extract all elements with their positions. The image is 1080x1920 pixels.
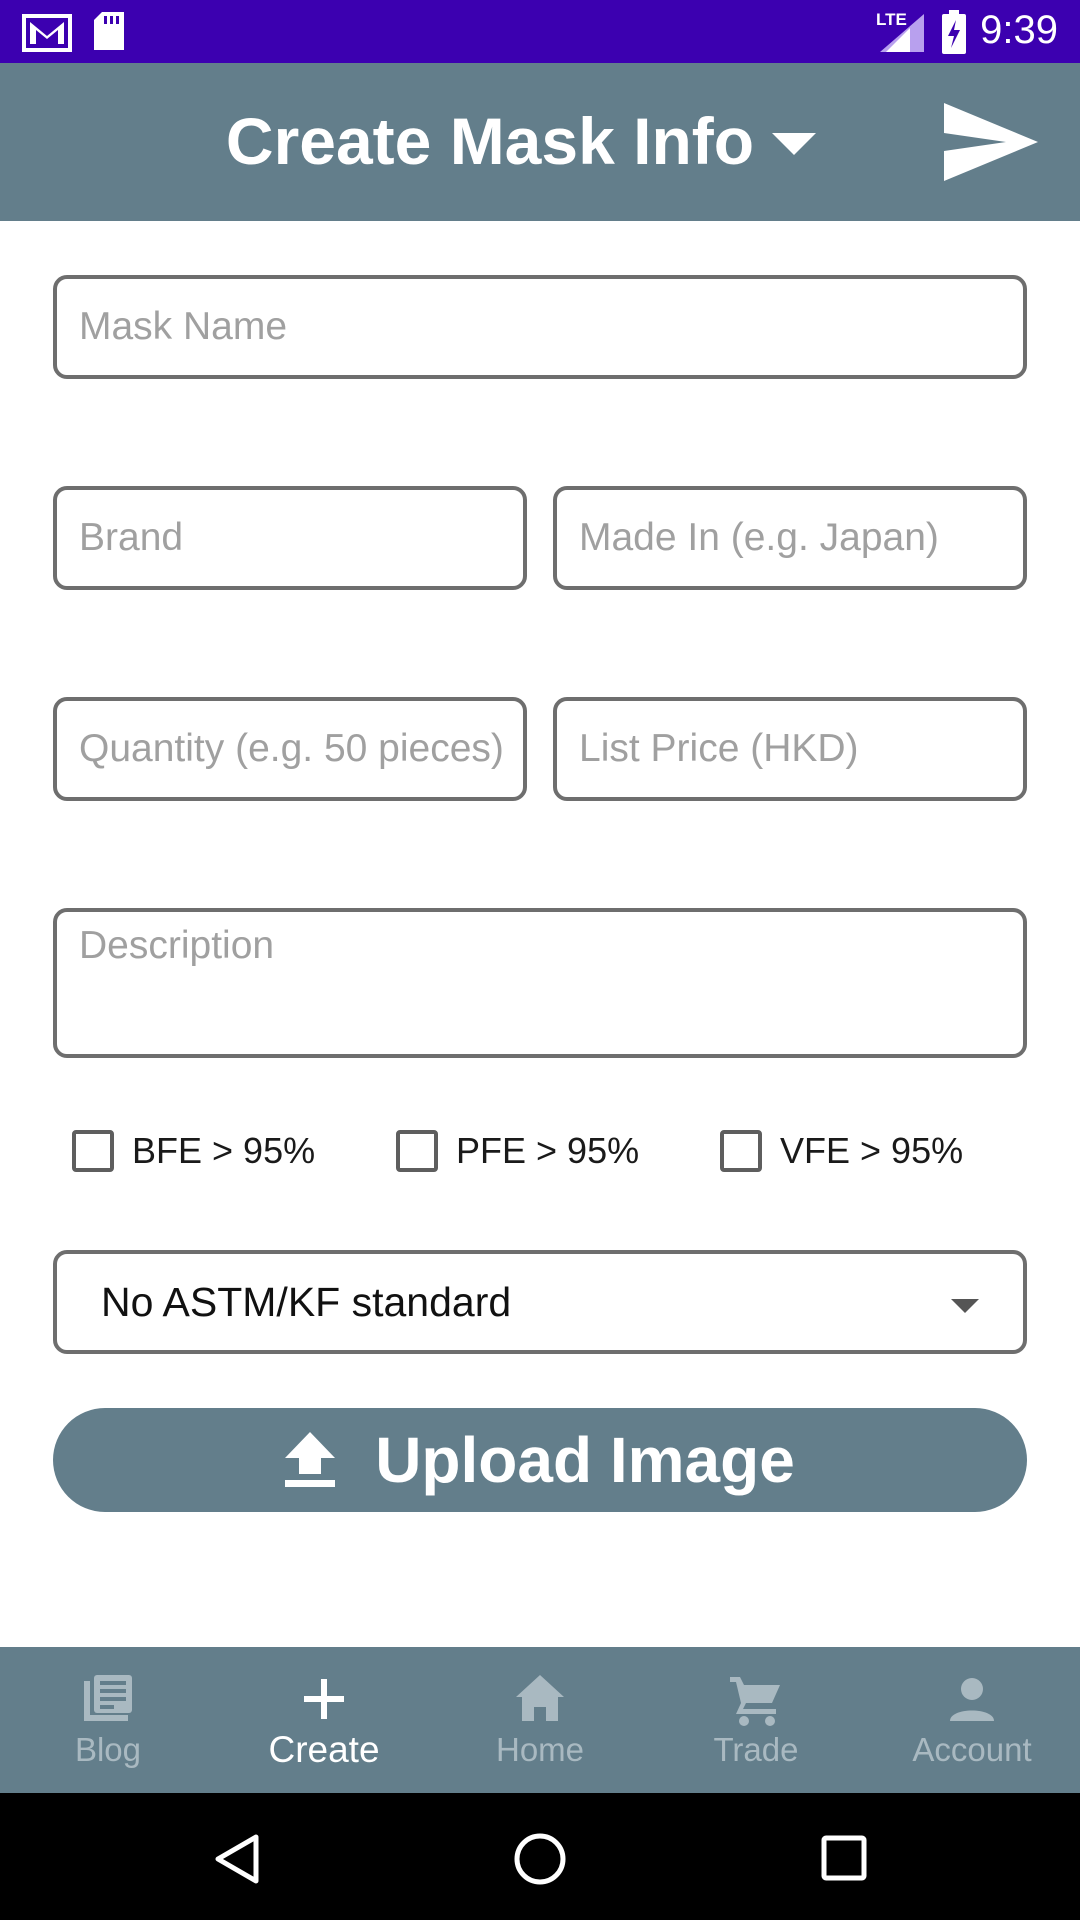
- bfe-label: BFE > 95%: [132, 1130, 316, 1171]
- filter-checkboxes: BFE > 95% PFE > 95% VFE > 95%: [0, 1130, 1080, 1180]
- nav-label-blog: Blog: [74, 1731, 142, 1768]
- mask-name-field[interactable]: Mask Name: [53, 275, 1027, 379]
- newspaper-icon: [84, 1675, 132, 1721]
- nav-item-create[interactable]: Create: [216, 1647, 432, 1793]
- pfe-label: PFE > 95%: [456, 1130, 640, 1171]
- brand-field[interactable]: Brand: [53, 486, 527, 590]
- dropdown-caret-icon[interactable]: [772, 133, 816, 155]
- nav-item-trade[interactable]: Trade: [648, 1647, 864, 1793]
- bfe-checkbox[interactable]: BFE > 95%: [72, 1130, 315, 1172]
- upload-image-button[interactable]: Upload Image: [53, 1408, 1027, 1512]
- nav-label-trade: Trade: [713, 1731, 799, 1768]
- page-title: Create Mask Info: [225, 104, 755, 178]
- system-nav-bar: [0, 1793, 1080, 1920]
- app-bar: Create Mask Info: [0, 63, 1080, 221]
- sd-card-icon: [94, 12, 124, 50]
- status-bar: LTE 9:39: [0, 0, 1080, 63]
- cart-icon: [730, 1677, 780, 1726]
- home-circle-icon[interactable]: [513, 1832, 567, 1886]
- status-time: 9:39: [980, 8, 1058, 52]
- person-icon: [950, 1678, 994, 1721]
- nav-item-home[interactable]: Home: [432, 1647, 648, 1793]
- vfe-label: VFE > 95%: [780, 1130, 964, 1171]
- nav-label-create: Create: [268, 1729, 380, 1770]
- nav-item-account[interactable]: Account: [864, 1647, 1080, 1793]
- description-field[interactable]: Description: [53, 908, 1027, 1058]
- checkbox-box[interactable]: [720, 1130, 762, 1172]
- quantity-field[interactable]: Quantity (e.g. 50 pieces): [53, 697, 527, 801]
- home-icon: [516, 1675, 564, 1721]
- standard-select-value: No ASTM/KF standard: [101, 1278, 512, 1325]
- checkbox-box[interactable]: [396, 1130, 438, 1172]
- made-in-field[interactable]: Made In (e.g. Japan): [553, 486, 1027, 590]
- plus-icon: [304, 1679, 344, 1719]
- nav-label-account: Account: [912, 1731, 1032, 1768]
- nav-label-home: Home: [495, 1731, 585, 1768]
- list-price-field[interactable]: List Price (HKD): [553, 697, 1027, 801]
- chevron-down-icon: [951, 1299, 979, 1313]
- signal-icon: [880, 14, 924, 52]
- upload-image-label: Upload Image: [375, 1424, 795, 1496]
- back-icon[interactable]: [212, 1833, 260, 1885]
- bottom-nav: Blog Create Home Trade Account: [0, 1647, 1080, 1793]
- recents-icon[interactable]: [820, 1834, 868, 1882]
- nav-item-blog[interactable]: Blog: [0, 1647, 216, 1793]
- standard-select[interactable]: No ASTM/KF standard: [53, 1250, 1027, 1354]
- pfe-checkbox[interactable]: PFE > 95%: [396, 1130, 639, 1172]
- battery-charging-icon: [942, 10, 966, 54]
- checkbox-box[interactable]: [72, 1130, 114, 1172]
- vfe-checkbox[interactable]: VFE > 95%: [720, 1130, 963, 1172]
- gmail-icon: [22, 14, 72, 52]
- send-icon[interactable]: [942, 101, 1040, 183]
- upload-icon: [285, 1432, 336, 1487]
